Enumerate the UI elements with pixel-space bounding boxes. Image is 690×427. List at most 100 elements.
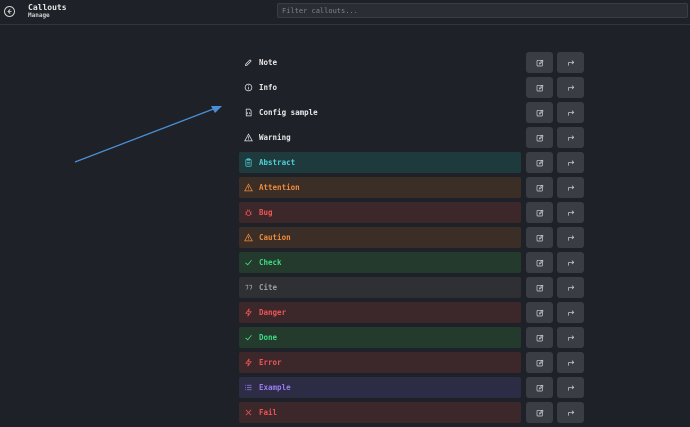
edit-icon xyxy=(536,259,544,266)
clipboard-icon xyxy=(245,158,252,167)
callout-label: Caution xyxy=(259,233,291,242)
edit-button[interactable] xyxy=(526,252,553,273)
edit-button[interactable] xyxy=(526,102,553,123)
share-arrow-icon xyxy=(567,109,574,116)
check-icon xyxy=(245,259,252,266)
callout-preview: Done xyxy=(239,327,521,348)
callout-row: Attention xyxy=(239,177,584,198)
callout-preview: Note xyxy=(239,52,521,73)
callout-row: Config sample xyxy=(239,102,584,123)
callout-row: Error xyxy=(239,352,584,373)
callout-row: Info xyxy=(239,77,584,98)
share-arrow-icon xyxy=(567,234,574,241)
bug-icon xyxy=(244,209,253,217)
callout-label: Warning xyxy=(259,133,291,142)
callout-row: Done xyxy=(239,327,584,348)
share-button[interactable] xyxy=(557,102,584,123)
info-icon xyxy=(244,83,253,92)
callout-row: Warning xyxy=(239,127,584,148)
share-arrow-icon xyxy=(567,334,574,341)
edit-button[interactable] xyxy=(526,277,553,298)
share-arrow-icon xyxy=(567,184,574,191)
share-button[interactable] xyxy=(557,302,584,323)
callout-label: Danger xyxy=(259,308,287,317)
share-button[interactable] xyxy=(557,352,584,373)
edit-button[interactable] xyxy=(526,127,553,148)
alert-triangle-icon xyxy=(244,133,253,142)
callout-label: Check xyxy=(259,258,282,267)
callout-row: Cite xyxy=(239,277,584,298)
callout-label: Note xyxy=(259,58,278,67)
edit-button[interactable] xyxy=(526,327,553,348)
callout-preview: Danger xyxy=(239,302,521,323)
share-arrow-icon xyxy=(567,209,574,216)
alert-triangle-icon xyxy=(244,183,253,192)
share-button[interactable] xyxy=(557,177,584,198)
edit-icon xyxy=(536,184,544,191)
callout-preview: Warning xyxy=(239,127,521,148)
callout-label: Error xyxy=(259,358,282,367)
edit-icon xyxy=(536,284,544,291)
callout-preview: Caution xyxy=(239,227,521,248)
share-arrow-icon xyxy=(567,259,574,266)
edit-icon xyxy=(536,234,544,241)
share-arrow-icon xyxy=(567,384,574,391)
edit-button[interactable] xyxy=(526,352,553,373)
share-arrow-icon xyxy=(567,59,574,66)
share-arrow-icon xyxy=(567,159,574,166)
callout-preview: Error xyxy=(239,352,521,373)
edit-button[interactable] xyxy=(526,202,553,223)
callout-preview: Example xyxy=(239,377,521,398)
callout-label: Cite xyxy=(259,283,278,292)
edit-icon xyxy=(536,309,544,316)
callout-list: Note Info Config sample Warning Abstract Atte… xyxy=(239,52,584,427)
callout-label: Info xyxy=(259,83,278,92)
file-code-icon xyxy=(245,108,252,117)
callout-row: Caution xyxy=(239,227,584,248)
check-icon xyxy=(245,334,252,341)
callout-row: Bug xyxy=(239,202,584,223)
callout-label: Config sample xyxy=(259,108,318,117)
callout-preview: Abstract xyxy=(239,152,521,173)
callout-row: Note xyxy=(239,52,584,73)
callout-row: Example xyxy=(239,377,584,398)
alert-triangle-icon xyxy=(244,233,253,242)
list-icon xyxy=(245,384,252,391)
share-button[interactable] xyxy=(557,277,584,298)
callout-label: Bug xyxy=(259,208,273,217)
callout-preview: Info xyxy=(239,77,521,98)
edit-button[interactable] xyxy=(526,227,553,248)
callout-preview: Attention xyxy=(239,177,521,198)
edit-icon xyxy=(536,384,544,391)
zap-icon xyxy=(245,308,252,317)
share-button[interactable] xyxy=(557,252,584,273)
share-button[interactable] xyxy=(557,202,584,223)
share-button[interactable] xyxy=(557,377,584,398)
callout-row: Abstract xyxy=(239,152,584,173)
share-arrow-icon xyxy=(567,284,574,291)
edit-button[interactable] xyxy=(526,77,553,98)
share-button[interactable] xyxy=(557,52,584,73)
callout-preview: Check xyxy=(239,252,521,273)
edit-icon xyxy=(536,109,544,116)
callout-label: Example xyxy=(259,383,291,392)
zap-icon xyxy=(245,358,252,367)
share-button[interactable] xyxy=(557,227,584,248)
callout-preview: Bug xyxy=(239,202,521,223)
edit-icon xyxy=(536,159,544,166)
share-button[interactable] xyxy=(557,77,584,98)
edit-icon xyxy=(536,334,544,341)
edit-button[interactable] xyxy=(526,177,553,198)
callout-row: Danger xyxy=(239,302,584,323)
edit-button[interactable] xyxy=(526,152,553,173)
callout-row: Check xyxy=(239,252,584,273)
edit-button[interactable] xyxy=(526,302,553,323)
edit-button[interactable] xyxy=(526,52,553,73)
share-button[interactable] xyxy=(557,127,584,148)
share-button[interactable] xyxy=(557,152,584,173)
edit-icon xyxy=(536,359,544,366)
share-arrow-icon xyxy=(567,84,574,91)
share-button[interactable] xyxy=(557,327,584,348)
edit-icon xyxy=(536,59,544,66)
edit-button[interactable] xyxy=(526,377,553,398)
